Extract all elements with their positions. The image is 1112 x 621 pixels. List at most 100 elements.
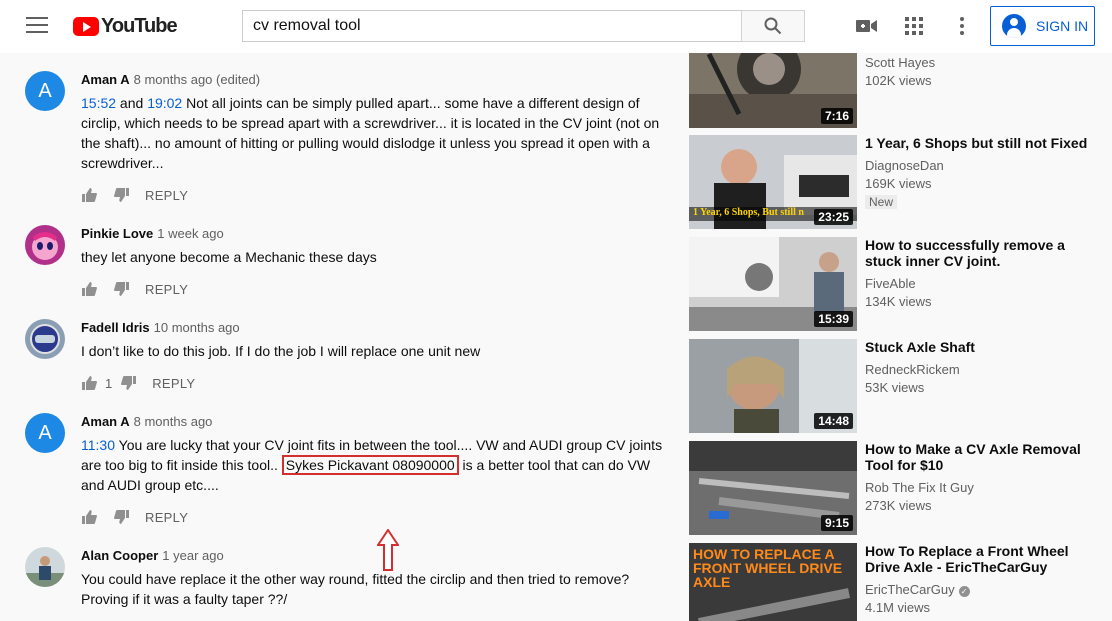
avatar[interactable] xyxy=(25,547,65,587)
video-title[interactable]: How to Make a CV Axle Removal Tool for $… xyxy=(865,441,1105,473)
play-logo-icon xyxy=(73,16,99,36)
comment-author[interactable]: Aman A xyxy=(81,414,130,429)
comment-text-part: and xyxy=(116,95,148,111)
timestamp-link[interactable]: 15:52 xyxy=(81,95,116,111)
related-video-item[interactable]: 9:15 How to Make a CV Axle Removal Tool … xyxy=(689,441,1109,535)
video-channel[interactable]: RedneckRickem xyxy=(865,361,1105,379)
comment-author[interactable]: Pinkie Love xyxy=(81,226,153,241)
reply-button[interactable]: REPLY xyxy=(152,376,195,391)
sign-in-label: SIGN IN xyxy=(1036,18,1089,34)
comment-text: 11:30 You are lucky that your CV joint f… xyxy=(81,435,671,495)
menu-icon[interactable] xyxy=(26,17,48,35)
avatar[interactable] xyxy=(25,225,65,265)
search-button[interactable] xyxy=(741,10,805,42)
video-duration: 23:25 xyxy=(814,209,853,225)
comment-time[interactable]: 10 months ago xyxy=(154,320,240,335)
related-video-item[interactable]: HOW TO REPLACE A FRONT WHEEL DRIVE AXLE … xyxy=(689,543,1109,621)
video-thumbnail[interactable]: 14:48 xyxy=(689,339,857,433)
video-views: 273K views xyxy=(865,498,932,513)
video-info: How to Make a CV Axle Removal Tool for $… xyxy=(865,441,1105,515)
apps-grid-icon[interactable] xyxy=(902,14,926,38)
new-badge: New xyxy=(865,195,898,209)
reply-button[interactable]: REPLY xyxy=(145,188,188,203)
comment-body: Alan Cooper 1 year ago You could have rep… xyxy=(81,547,671,609)
video-views: 102K views xyxy=(865,73,932,88)
video-thumbnail[interactable]: HOW TO REPLACE A FRONT WHEEL DRIVE AXLE xyxy=(689,543,857,621)
more-vert-icon[interactable] xyxy=(950,14,974,38)
video-channel[interactable]: Scott Hayes xyxy=(865,54,1105,72)
comment-actions: 1 REPLY xyxy=(81,373,671,393)
up-arrow-annotation-icon xyxy=(377,529,399,571)
video-channel[interactable]: DiagnoseDan xyxy=(865,157,1105,175)
video-title[interactable]: Stuck Axle Shaft xyxy=(865,339,1105,355)
comment-author[interactable]: Aman A xyxy=(81,72,130,87)
comment-header: Aman A 8 months ago xyxy=(81,413,671,431)
comment-actions: REPLY xyxy=(81,507,671,527)
video-thumbnail[interactable]: 15:39 xyxy=(689,237,857,331)
related-video-item[interactable]: 15:39 How to successfully remove a stuck… xyxy=(689,237,1109,331)
video-channel[interactable]: EricTheCarGuy xyxy=(865,582,955,597)
account-icon xyxy=(1002,14,1026,38)
video-channel[interactable]: FiveAble xyxy=(865,275,1105,293)
comment-body: Fadell Idris 10 months ago I don’t like t… xyxy=(81,319,671,393)
avatar[interactable]: A xyxy=(25,413,65,453)
comment-text: You could have replace it the other way … xyxy=(81,571,630,607)
reply-button[interactable]: REPLY xyxy=(145,510,188,525)
thumbs-down-icon[interactable] xyxy=(113,187,129,203)
video-duration: 14:48 xyxy=(814,413,853,429)
comment-author[interactable]: Fadell Idris xyxy=(81,320,150,335)
video-views: 169K views xyxy=(865,176,932,191)
video-channel[interactable]: Rob The Fix It Guy xyxy=(865,479,1105,497)
thumbs-down-icon[interactable] xyxy=(113,509,129,525)
comment-time[interactable]: 8 months ago (edited) xyxy=(134,72,260,87)
avatar[interactable] xyxy=(25,319,65,359)
timestamp-link[interactable]: 19:02 xyxy=(147,95,182,111)
timestamp-link[interactable]: 11:30 xyxy=(81,437,115,453)
search-icon xyxy=(764,17,782,35)
comment-actions: REPLY xyxy=(81,185,671,205)
comment-body: Pinkie Love 1 week ago they let anyone be… xyxy=(81,225,671,299)
video-title[interactable]: How to successfully remove a stuck inner… xyxy=(865,237,1105,269)
video-views: 4.1M views xyxy=(865,600,931,615)
youtube-logo[interactable]: YouTube xyxy=(73,15,178,37)
video-views: 134K views xyxy=(865,294,932,309)
comment-actions: REPLY xyxy=(81,279,671,299)
masthead: YouTube SIGN IN xyxy=(0,0,1112,53)
video-duration: 15:39 xyxy=(814,311,853,327)
video-thumbnail[interactable]: 9:15 xyxy=(689,441,857,535)
video-title[interactable]: 1 Year, 6 Shops but still not Fixed xyxy=(865,135,1105,151)
video-thumbnail[interactable]: 1 Year, 6 Shops, But still n 23:25 xyxy=(689,135,857,229)
create-video-icon[interactable] xyxy=(855,14,879,38)
thumbnail-caption: 1 Year, 6 Shops, But still n xyxy=(693,207,804,218)
comment-body: Aman A 8 months ago (edited) 15:52 and 19… xyxy=(81,71,671,205)
thumbs-down-icon[interactable] xyxy=(113,281,129,297)
comments-section: A Aman A 8 months ago (edited) 15:52 and … xyxy=(0,53,680,621)
comment-header: Fadell Idris 10 months ago xyxy=(81,319,671,337)
related-video-item[interactable]: 14:48 Stuck Axle Shaft RedneckRickem 53K… xyxy=(689,339,1109,433)
search-bar xyxy=(242,10,805,42)
sign-in-button[interactable]: SIGN IN xyxy=(990,6,1095,46)
like-count: 1 xyxy=(105,375,113,391)
video-title[interactable]: How To Replace a Front Wheel Drive Axle … xyxy=(865,543,1105,575)
thumbs-up-icon[interactable] xyxy=(81,187,97,203)
thumbnail-caption: HOW TO REPLACE A FRONT WHEEL DRIVE AXLE xyxy=(693,546,843,590)
reply-button[interactable]: REPLY xyxy=(145,282,188,297)
search-input[interactable] xyxy=(242,10,741,42)
avatar[interactable]: A xyxy=(25,71,65,111)
comment-header: Alan Cooper 1 year ago xyxy=(81,547,671,565)
thumbs-up-icon[interactable] xyxy=(81,281,97,297)
related-video-item[interactable]: 1 Year, 6 Shops, But still n 23:25 1 Yea… xyxy=(689,135,1109,229)
comment-author[interactable]: Alan Cooper xyxy=(81,548,158,563)
video-info: How To Replace a Front Wheel Drive Axle … xyxy=(865,543,1105,617)
comment-time[interactable]: 1 year ago xyxy=(162,548,223,563)
thumbs-up-icon[interactable] xyxy=(81,509,97,525)
video-duration: 7:16 xyxy=(820,108,853,124)
video-info: How to successfully remove a stuck inner… xyxy=(865,237,1105,311)
comment-body: Aman A 8 months ago 11:30 You are lucky t… xyxy=(81,413,671,527)
comment-time[interactable]: 1 week ago xyxy=(157,226,224,241)
verified-check-icon: ✓ xyxy=(958,586,970,597)
video-info: Stuck Axle Shaft RedneckRickem 53K views xyxy=(865,339,1105,397)
thumbs-down-icon[interactable] xyxy=(120,375,136,391)
thumbs-up-icon[interactable] xyxy=(81,375,97,391)
comment-time[interactable]: 8 months ago xyxy=(134,414,213,429)
